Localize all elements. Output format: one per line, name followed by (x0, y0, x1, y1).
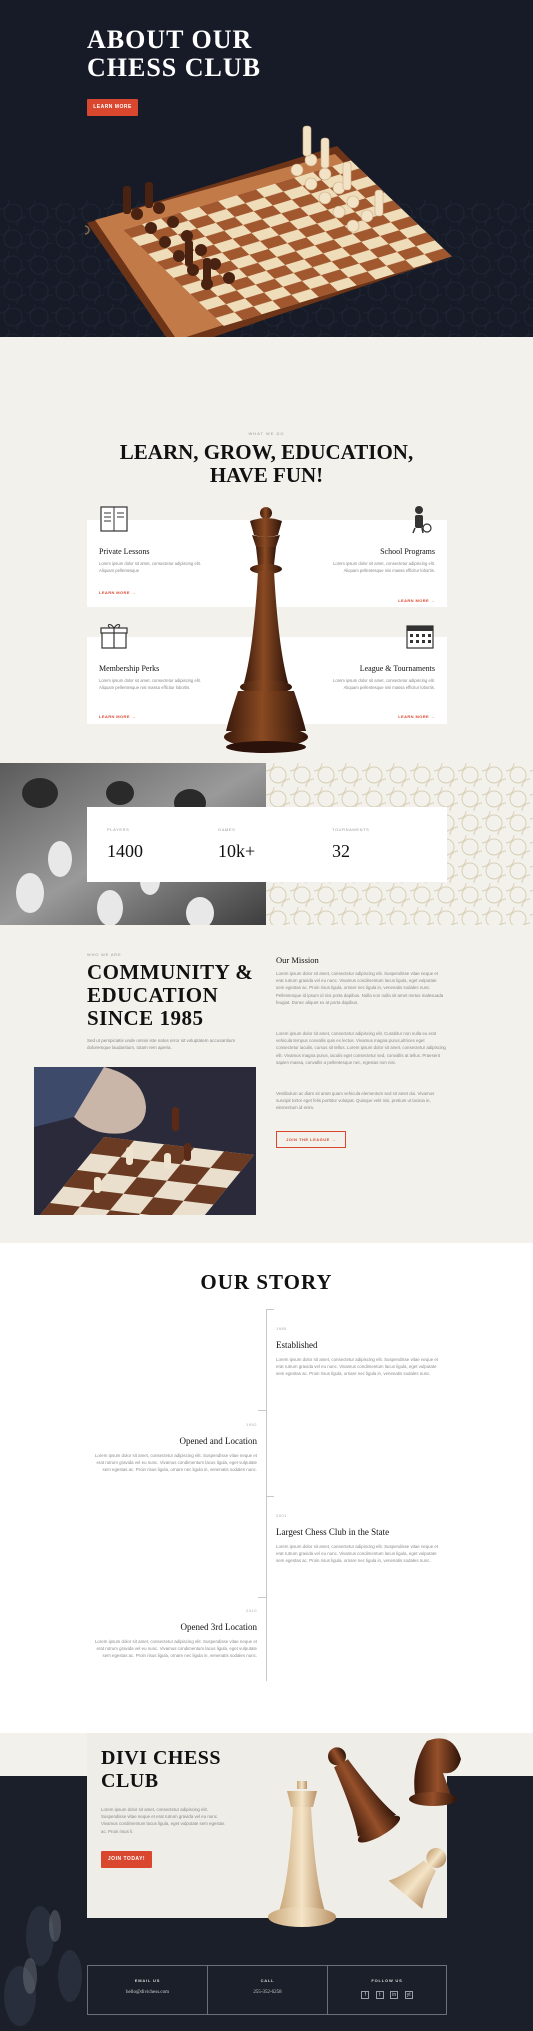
footer-email-column: EMAIL US hello@divichess.com (88, 1966, 207, 2014)
card-learn-more-link[interactable]: LEARN MORE → (99, 590, 136, 595)
footer-phone-link[interactable]: 255-352-6258 (208, 1990, 327, 1995)
timeline-year: 1985 (276, 1326, 287, 1331)
calendar-icon (406, 625, 434, 649)
timeline-tick (258, 1410, 266, 1411)
card-title: School Programs (380, 547, 435, 556)
youtube-icon[interactable]: yt (404, 1991, 413, 1999)
timeline-year: 2010 (246, 1608, 257, 1613)
community-title-line3: SINCE 1985 (87, 1006, 204, 1030)
stat-label: TOURNAMENTS (332, 827, 370, 832)
cta-title-line2: CLUB (101, 1770, 159, 1792)
footer-follow-column: FOLLOW US f t in yt (327, 1966, 446, 2014)
stat-value: 32 (332, 841, 350, 861)
timeline-text: Lorem ipsum dolor sit amet, consectetur … (276, 1357, 439, 1377)
features-title-line2: HAVE FUN! (209, 463, 324, 487)
join-league-button[interactable]: JOIN THE LEAGUE → (276, 1131, 346, 1148)
chessboard-image (80, 118, 455, 358)
timeline-tick (258, 1597, 266, 1598)
learn-more-button[interactable]: LEARN MORE (87, 99, 138, 116)
facebook-icon[interactable]: f (361, 1991, 370, 1999)
community-subtitle: Sed ut perspiciatis unde omnis iste natu… (87, 1038, 236, 1050)
stat-value: 10k+ (218, 841, 256, 861)
card-text: Lorem ipsum dolor sit amet, consectetur … (99, 561, 201, 573)
timeline-year: 1992 (246, 1422, 257, 1427)
timeline-line (266, 1309, 267, 1681)
story-title: OUR STORY (200, 1270, 333, 1294)
community-title-line1: COMMUNITY & (87, 960, 254, 984)
hero-title: ABOUT OUR CHESS CLUB (87, 26, 307, 82)
twitter-icon[interactable]: t (375, 1991, 384, 1999)
footer-email-link[interactable]: hello@divichess.com (88, 1990, 207, 1995)
cta-title: DIVI CHESS CLUB (101, 1747, 271, 1793)
timeline-title: Largest Chess Club in the State (276, 1527, 390, 1537)
timeline-item: 1985 Established Lorem ipsum dolor sit a… (276, 1326, 446, 1378)
book-icon (100, 506, 128, 532)
cta-section: DIVI CHESS CLUB Lorem ipsum dolor sit am… (0, 1733, 533, 2031)
timeline-text: Lorem ipsum dolor sit amet, consectetur … (94, 1639, 257, 1659)
timeline-text: Lorem ipsum dolor sit amet, consectetur … (94, 1453, 257, 1473)
hero-title-line2: CHESS CLUB (87, 53, 261, 82)
community-title: COMMUNITY & EDUCATION SINCE 1985 (87, 961, 262, 1030)
stats-section: PLAYERS 1400 GAMES 10k+ TOURNAMENTS 32 (0, 763, 533, 925)
community-section: WHO WE ARE COMMUNITY & EDUCATION SINCE 1… (0, 925, 533, 1243)
stat-value: 1400 (107, 841, 143, 861)
hero-title-line1: ABOUT OUR (87, 25, 253, 54)
mission-title: Our Mission (276, 955, 319, 965)
features-title-line1: LEARN, GROW, EDUCATION, (119, 440, 414, 464)
features-section: WHAT WE DO LEARN, GROW, EDUCATION, HAVE … (0, 337, 533, 763)
card-learn-more-link[interactable]: LEARN MORE → (398, 714, 435, 719)
story-section: OUR STORY 1985 Established Lorem ipsum d… (0, 1243, 533, 1733)
features-kicker: WHAT WE DO (248, 431, 285, 436)
playing-chess-photo (34, 1067, 256, 1215)
timeline-tick (266, 1309, 274, 1310)
join-today-button[interactable]: JOIN TODAY! (101, 1851, 152, 1868)
footer-call-column: CALL 255-352-6258 (207, 1966, 327, 2014)
mission-paragraph-3: Vestibulum ac diam sit amet quam vehicul… (276, 1091, 435, 1111)
card-title: Membership Perks (99, 664, 160, 673)
card-text: Lorem ipsum dolor sit amet, consectetur … (99, 678, 201, 690)
stat-label: PLAYERS (107, 827, 130, 832)
timeline-tick (266, 1496, 274, 1497)
mission-paragraph-2: Lorem ipsum dolor sit amet, consectetur … (276, 1031, 446, 1065)
footer-call-label: CALL (260, 1978, 275, 1983)
card-title: League & Tournaments (359, 664, 435, 673)
card-title: Private Lessons (99, 547, 150, 556)
card-text: Lorem ipsum dolor sit amet, consectetur … (333, 561, 435, 573)
stat-label: GAMES (218, 827, 236, 832)
community-title-line2: EDUCATION (87, 983, 219, 1007)
timeline-year: 2001 (276, 1513, 287, 1518)
card-text: Lorem ipsum dolor sit amet, consectetur … (333, 678, 435, 690)
instagram-icon[interactable]: in (390, 1991, 399, 1999)
card-learn-more-link[interactable]: LEARN MORE → (99, 714, 136, 719)
stats-box: PLAYERS 1400 GAMES 10k+ TOURNAMENTS 32 (87, 807, 447, 882)
community-kicker: WHO WE ARE (87, 952, 122, 957)
timeline-item: 2010 Opened 3rd Location Lorem ipsum dol… (87, 1608, 257, 1660)
timeline-title: Established (276, 1340, 318, 1350)
gift-box-icon (100, 624, 128, 649)
footer-contact-bar: EMAIL US hello@divichess.com CALL 255-35… (87, 1965, 447, 2015)
timeline-title: Opened and Location (179, 1436, 257, 1446)
footer-email-label: EMAIL US (134, 1978, 161, 1983)
timeline-item: 1992 Opened and Location Lorem ipsum dol… (87, 1422, 257, 1474)
features-title: LEARN, GROW, EDUCATION, HAVE FUN! (100, 441, 433, 487)
timeline-title: Opened 3rd Location (180, 1622, 257, 1632)
queen-piece-image (224, 507, 308, 753)
student-icon (412, 506, 432, 534)
timeline-item: 2001 Largest Chess Club in the State Lor… (276, 1513, 446, 1565)
card-learn-more-link[interactable]: LEARN MORE → (398, 598, 435, 603)
timeline-text: Lorem ipsum dolor sit amet, consectetur … (276, 1544, 439, 1564)
cta-title-line1: DIVI CHESS (101, 1747, 222, 1769)
cta-text: Lorem ipsum dolor sit amet, consectetur … (101, 1807, 225, 1834)
fallen-chess-pieces-image (268, 1738, 461, 1927)
mission-paragraph-1: Lorem ipsum dolor sit amet, consectetur … (276, 971, 444, 1005)
